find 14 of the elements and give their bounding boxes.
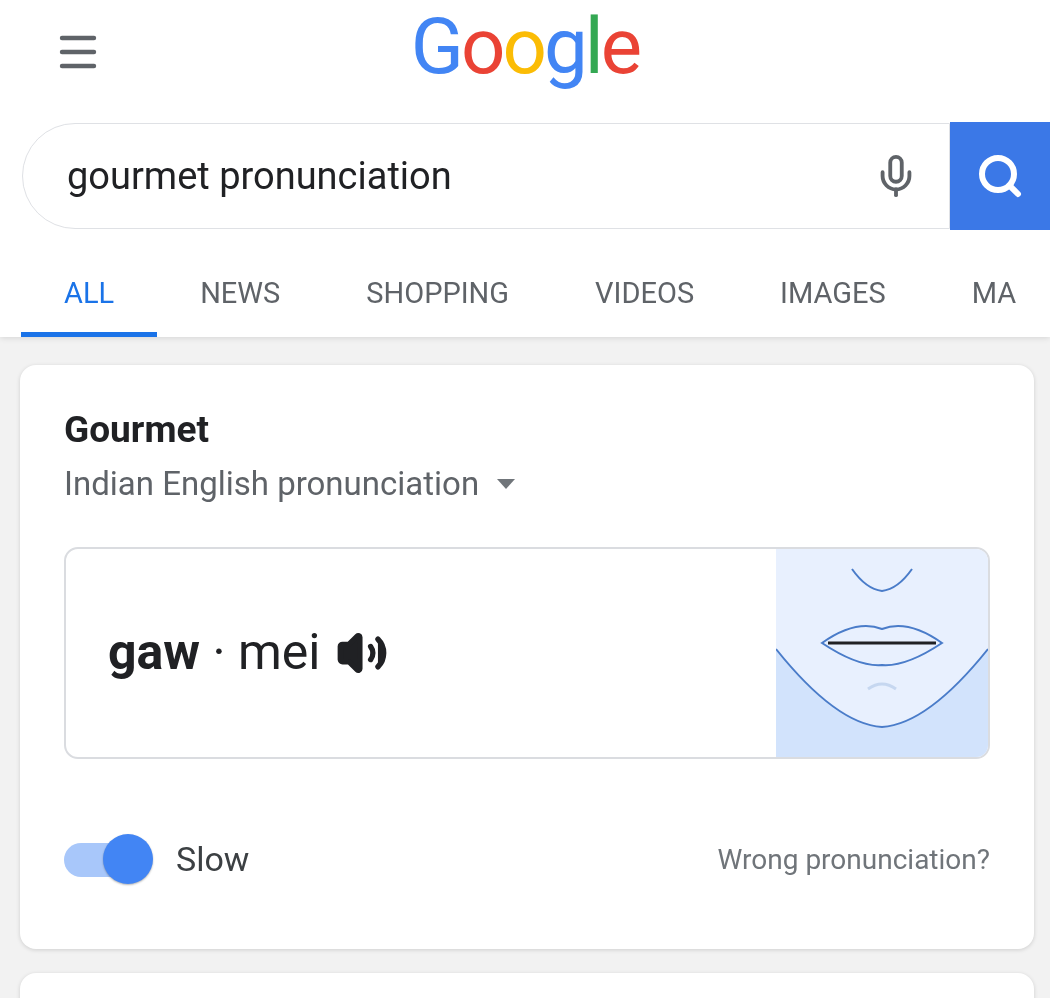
toggle-label: Slow — [176, 838, 250, 882]
feedback-link[interactable]: Wrong pronunciation? — [717, 838, 990, 881]
tab[interactable]: SHOPPING — [323, 257, 553, 337]
card-title: Gourmet — [64, 407, 210, 453]
search-button[interactable] — [950, 122, 1050, 230]
accent-dropdown[interactable]: Indian English pronunciation — [64, 459, 516, 509]
tab[interactable]: ALL — [21, 257, 158, 337]
tab[interactable]: MA — [928, 257, 1050, 337]
phonetic-spelling: gaw · mei — [108, 622, 321, 684]
tab[interactable]: VIDEOS — [552, 257, 738, 337]
caret-icon — [497, 479, 516, 489]
search-icon — [976, 152, 1024, 200]
tab[interactable]: IMAGES — [737, 257, 929, 337]
tab[interactable]: NEWS — [157, 257, 324, 337]
